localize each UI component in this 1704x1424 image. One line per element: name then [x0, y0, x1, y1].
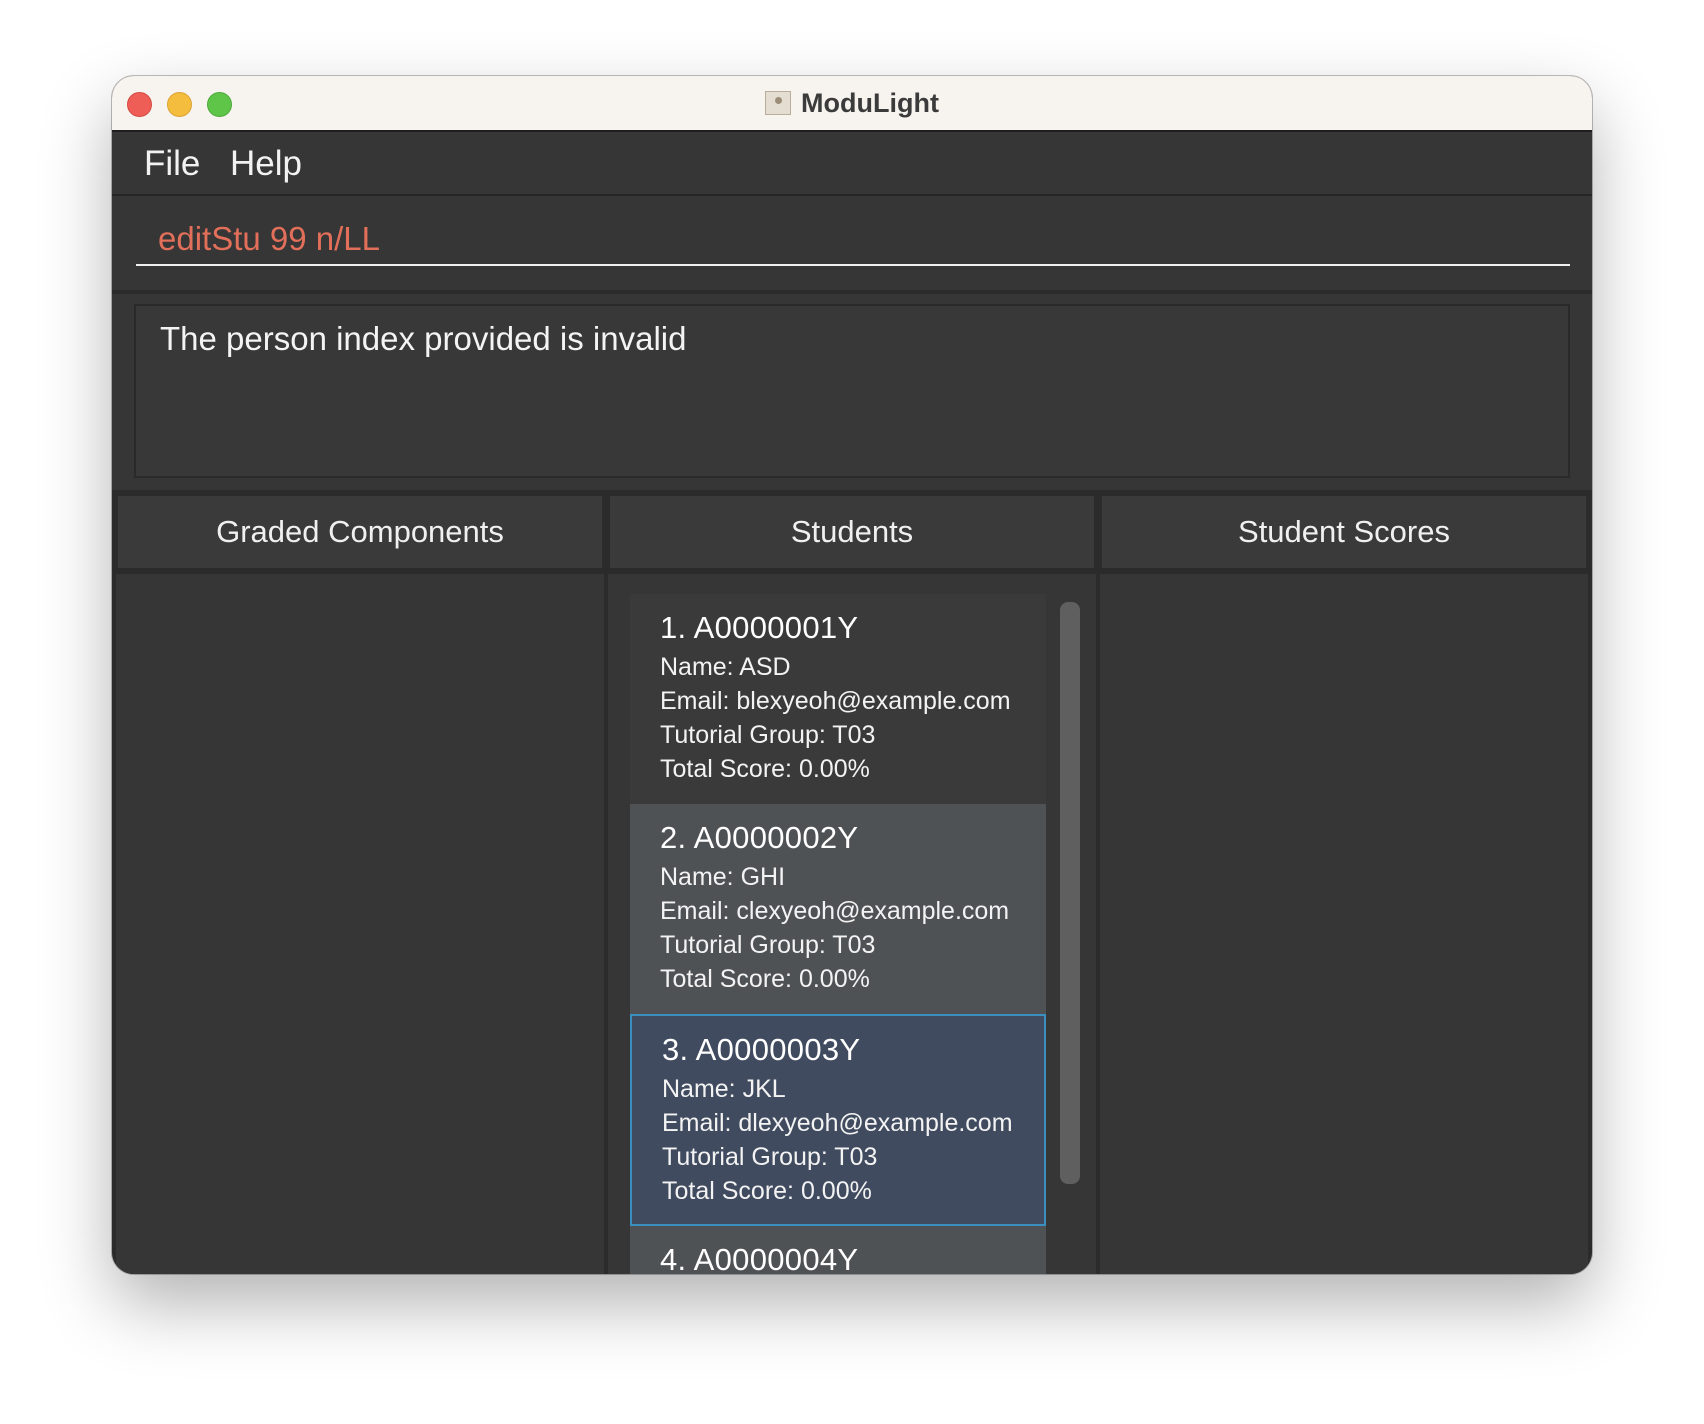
student-card[interactable]: 4. A0000004Y: [630, 1226, 1046, 1274]
student-scores-header: Student Scores: [1100, 494, 1588, 570]
menu-file[interactable]: File: [144, 144, 200, 184]
graded-components-header: Graded Components: [116, 494, 604, 570]
window-title-group: ModuLight: [112, 76, 1592, 130]
student-name: Name: ASD: [660, 653, 791, 681]
student-tutorial-group: Tutorial Group: T03: [660, 931, 876, 959]
student-total-score: Total Score: 0.00%: [660, 965, 870, 993]
students-header: Students: [608, 494, 1096, 570]
student-scores-panel: Student Scores: [1100, 494, 1588, 1274]
students-panel: Students 1. A0000001Y Name: ASD Email: b…: [608, 494, 1096, 1274]
app-window: ModuLight File Help The person index pro…: [112, 76, 1592, 1274]
app-icon: [765, 91, 792, 115]
title-bar: ModuLight: [112, 76, 1592, 132]
result-box: The person index provided is invalid: [134, 304, 1570, 478]
student-card[interactable]: 1. A0000001Y Name: ASD Email: blexyeoh@e…: [630, 594, 1046, 804]
student-email: Email: dlexyeoh@example.com: [662, 1109, 1013, 1137]
student-heading: 2. A0000002Y: [660, 820, 859, 855]
menu-bar: File Help: [112, 132, 1592, 196]
student-heading: 1. A0000001Y: [660, 610, 859, 645]
student-total-score: Total Score: 0.00%: [662, 1177, 872, 1205]
student-card[interactable]: 2. A0000002Y Name: GHI Email: clexyeoh@e…: [630, 804, 1046, 1014]
student-total-score: Total Score: 0.00%: [660, 755, 870, 783]
students-scrollbar[interactable]: [1060, 602, 1080, 1184]
student-heading: 3. A0000003Y: [662, 1032, 861, 1067]
student-name: Name: GHI: [660, 863, 786, 891]
student-heading: 4. A0000004Y: [660, 1242, 859, 1274]
menu-help[interactable]: Help: [230, 144, 302, 184]
student-card-selected[interactable]: 3. A0000003Y Name: JKL Email: dlexyeoh@e…: [630, 1014, 1046, 1226]
student-tutorial-group: Tutorial Group: T03: [662, 1143, 878, 1171]
student-email: Email: blexyeoh@example.com: [660, 687, 1011, 715]
students-list[interactable]: 1. A0000001Y Name: ASD Email: blexyeoh@e…: [608, 574, 1096, 1274]
result-message: The person index provided is invalid: [160, 320, 687, 357]
student-tutorial-group: Tutorial Group: T03: [660, 721, 876, 749]
command-input[interactable]: [136, 214, 1570, 266]
student-email: Email: clexyeoh@example.com: [660, 897, 1010, 925]
command-box: [112, 196, 1592, 290]
panels-area: Graded Components Students 1. A0000001Y …: [112, 490, 1592, 1274]
graded-components-panel: Graded Components: [116, 494, 604, 1274]
student-name: Name: JKL: [662, 1075, 786, 1103]
result-display: The person index provided is invalid: [112, 290, 1592, 490]
window-title: ModuLight: [801, 87, 939, 118]
student-scores-list[interactable]: [1100, 574, 1588, 1274]
graded-components-list[interactable]: [116, 574, 604, 1274]
